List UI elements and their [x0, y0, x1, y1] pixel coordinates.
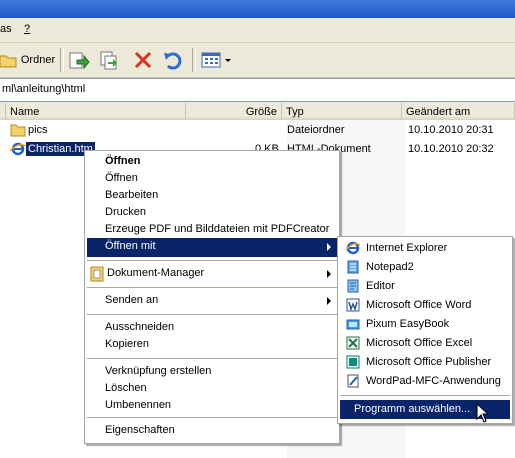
submenu-arrow-icon [327, 270, 331, 278]
app-excel[interactable]: Microsoft Office Excel [340, 334, 510, 353]
folders-button-label: Ordner [20, 54, 56, 66]
menu-extras[interactable]: as [0, 23, 12, 35]
menu-help[interactable]: ? [24, 23, 30, 35]
submenu-arrow-icon [327, 243, 331, 251]
excel-icon [346, 336, 360, 350]
column-header-name-label: Name [10, 106, 40, 118]
file-name: pics [28, 124, 48, 136]
menu-separator [87, 287, 337, 288]
app-label: Microsoft Office Excel [366, 337, 473, 349]
address-input[interactable]: ml\anleitung\html [2, 83, 85, 95]
open-with-submenu: Internet Explorer Notepad2 Editor Micros… [337, 236, 513, 424]
app-label: WordPad-MFC-Anwendung [366, 375, 501, 387]
app-internet-explorer[interactable]: Internet Explorer [340, 239, 510, 258]
app-label: Microsoft Office Publisher [366, 356, 492, 368]
toolbar-separator [192, 48, 196, 72]
column-header-size-label: Größe [245, 106, 277, 118]
app-label: Pixum EasyBook [366, 318, 450, 330]
menu-separator [87, 260, 337, 261]
views-icon [201, 52, 231, 68]
app-wordpad[interactable]: WordPad-MFC-Anwendung [340, 372, 510, 391]
menu-separator [340, 395, 510, 396]
column-header-modified-label: Geändert am [406, 106, 471, 118]
title-bar [0, 0, 515, 18]
menu-item-send-to-label: Senden an [105, 294, 159, 306]
pixum-icon [346, 319, 360, 330]
document-manager-icon [90, 266, 104, 282]
file-modified: 10.10.2010 20:32 [408, 143, 494, 155]
ie-file-icon [10, 142, 26, 156]
publisher-icon [346, 355, 360, 369]
delete-button[interactable] [130, 47, 156, 73]
submenu-arrow-icon [327, 297, 331, 305]
menu-separator [87, 417, 337, 418]
list-item[interactable]: pics Dateiordner 10.10.2010 20:31 [8, 122, 508, 138]
editor-icon [347, 279, 359, 293]
menu-item-send-to[interactable]: Senden an [87, 292, 337, 311]
folder-icon [10, 124, 26, 137]
copy-to-icon [100, 51, 117, 70]
move-to-button[interactable] [66, 47, 92, 73]
app-label: Notepad2 [366, 261, 414, 273]
column-header-name[interactable]: Name [6, 103, 186, 120]
toolbar-separator [60, 48, 64, 72]
app-publisher[interactable]: Microsoft Office Publisher [340, 353, 510, 372]
undo-button[interactable] [160, 47, 186, 73]
move-to-icon [69, 52, 90, 70]
internet-explorer-icon [346, 241, 360, 255]
app-label: Internet Explorer [366, 242, 448, 254]
app-pixum-easybook[interactable]: Pixum EasyBook [340, 315, 510, 334]
undo-icon [164, 52, 182, 70]
context-menu: Öffnen Öffnen Bearbeiten Drucken Erzeuge… [84, 150, 340, 444]
app-label: Editor [366, 280, 395, 292]
column-header-size[interactable]: Größe [186, 103, 282, 120]
menu-item-open-with[interactable]: Öffnen mit [87, 238, 337, 257]
address-bar[interactable]: ml\anleitung\html [0, 78, 515, 102]
app-label: Microsoft Office Word [366, 299, 472, 311]
app-word[interactable]: Microsoft Office Word [340, 296, 510, 315]
menu-item-properties[interactable]: Eigenschaften [87, 422, 337, 441]
menu-separator [87, 358, 337, 359]
mouse-cursor-icon [476, 403, 490, 423]
menu-item-rename[interactable]: Umbenennen [87, 397, 337, 416]
menu-item-copy[interactable]: Kopieren [87, 336, 337, 355]
menu-separator [87, 314, 337, 315]
file-type: Dateiordner [287, 124, 345, 136]
app-notepad2[interactable]: Notepad2 [340, 258, 510, 277]
notepad2-icon [347, 260, 359, 274]
word-icon [346, 298, 360, 312]
app-editor[interactable]: Editor [340, 277, 510, 296]
column-header-type[interactable]: Typ [282, 103, 402, 120]
copy-to-button[interactable] [96, 47, 122, 73]
toolbar: Ordner [0, 43, 515, 78]
wordpad-icon [347, 374, 359, 388]
column-header-modified[interactable]: Geändert am [402, 103, 515, 120]
menu-item-open-with-label: Öffnen mit [105, 240, 156, 252]
folder-icon [0, 55, 17, 68]
menu-bar: as ? [0, 18, 515, 43]
folders-button[interactable]: Ordner [0, 47, 58, 73]
delete-icon [134, 51, 152, 69]
views-button[interactable] [198, 47, 236, 73]
menu-item-document-manager[interactable]: Dokument-Manager [87, 265, 337, 284]
menu-item-document-manager-label: Dokument-Manager [107, 267, 205, 279]
file-modified: 10.10.2010 20:31 [408, 124, 494, 136]
column-header-type-label: Typ [286, 106, 304, 118]
